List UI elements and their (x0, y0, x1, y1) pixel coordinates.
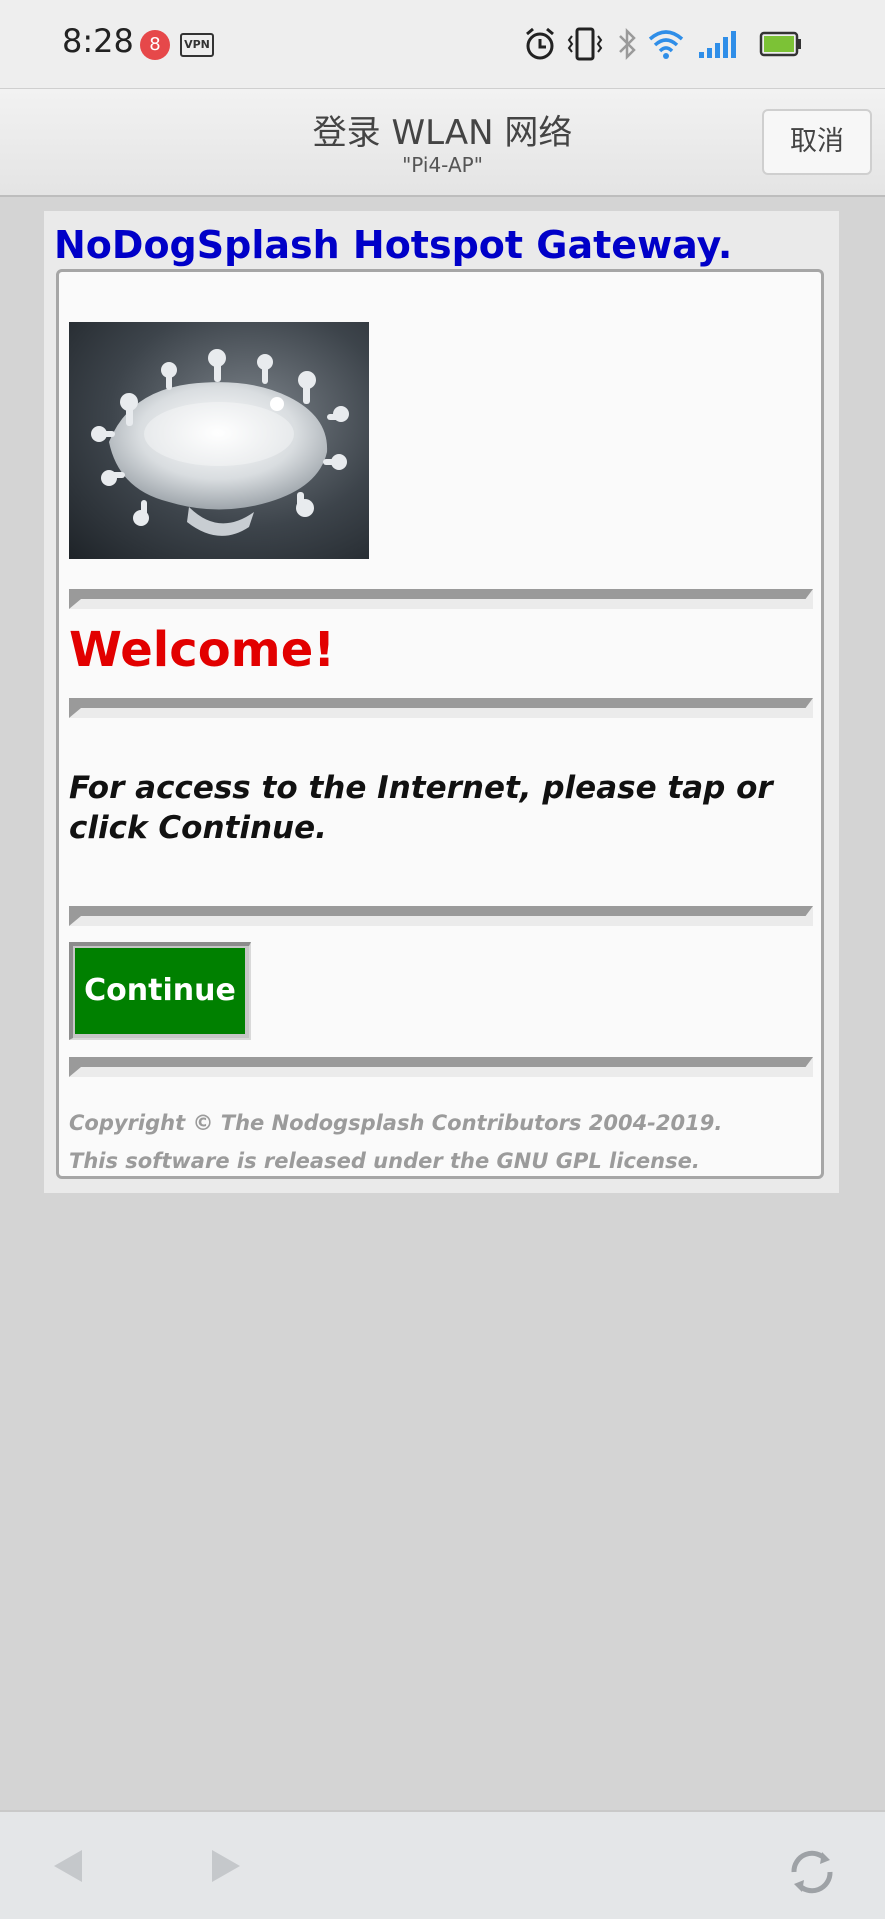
status-bar: 8:28 8 VPN (0, 0, 885, 88)
splash-logo-image (69, 322, 369, 559)
divider (69, 698, 813, 718)
alarm-icon (526, 27, 554, 60)
forward-arrow-icon[interactable] (208, 1848, 242, 1884)
vpn-icon: VPN (180, 33, 214, 57)
portal-page: NoDogSplash Hotspot Gateway. Welcome! Fo… (44, 211, 839, 1193)
back-arrow-icon[interactable] (52, 1848, 86, 1884)
signal-icon (699, 31, 736, 58)
divider (69, 589, 813, 609)
divider (69, 906, 813, 926)
copyright-text: Copyright © The Nodogsplash Contributors… (69, 1104, 722, 1180)
battery-icon (759, 31, 801, 57)
bottom-nav-bar (0, 1810, 885, 1919)
wifi-icon (648, 30, 684, 59)
notification-badge: 8 (140, 30, 170, 60)
copyright-line: Copyright © The Nodogsplash Contributors… (69, 1111, 723, 1135)
page-title: 登录 WLAN 网络 (312, 113, 573, 153)
welcome-heading: Welcome! (69, 622, 336, 678)
cancel-button[interactable]: 取消 (762, 109, 872, 175)
continue-button[interactable]: Continue (75, 948, 245, 1034)
refresh-icon[interactable] (786, 1846, 838, 1898)
continue-button-frame: Continue (69, 942, 251, 1040)
network-name: "Pi4-AP" (402, 153, 483, 177)
vibrate-icon (567, 27, 603, 61)
bluetooth-icon (619, 27, 636, 61)
access-instructions: For access to the Internet, please tap o… (69, 770, 773, 846)
divider (69, 1057, 813, 1077)
license-line: This software is released under the GNU … (69, 1149, 700, 1173)
status-icons (523, 26, 823, 62)
title-bar: 登录 WLAN 网络 "Pi4-AP" 取消 (0, 88, 885, 197)
portal-card: Welcome! For access to the Internet, ple… (56, 269, 824, 1179)
status-time: 8:28 (62, 22, 134, 60)
gateway-title: NoDogSplash Hotspot Gateway. (54, 223, 733, 267)
